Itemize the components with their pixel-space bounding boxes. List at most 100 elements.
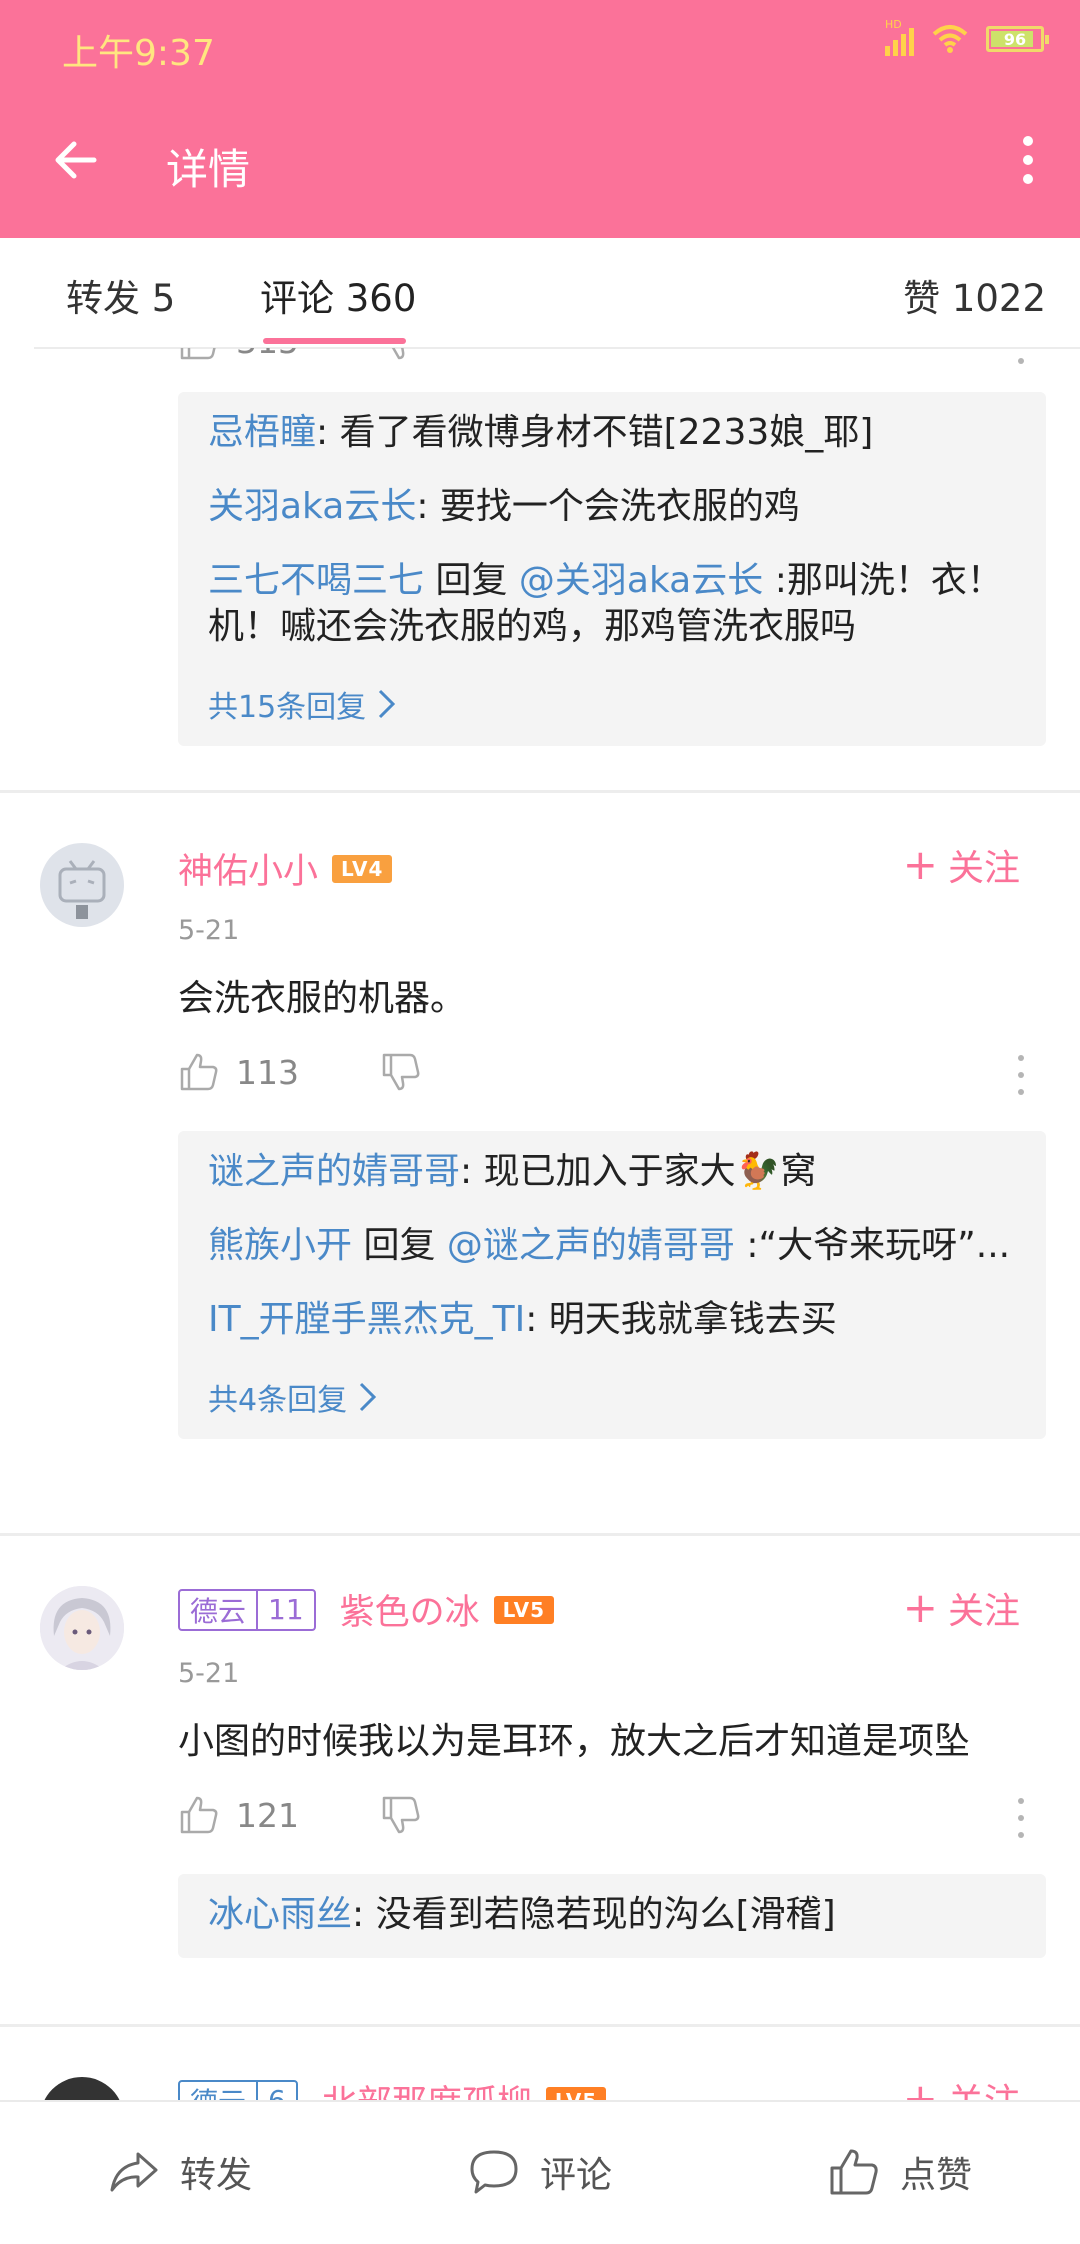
reply-author[interactable]: 忌梧瞳 [208, 412, 316, 453]
reply-item: 熊族小开 回复 @谜之声的婧哥哥 :“大爷来玩呀”... [208, 1223, 1018, 1269]
comment-feed[interactable]: 315 忌梧瞳: 看了看微博身材不错[2233娘_耶] 关羽aka云长: 要找一… [0, 348, 1080, 2100]
reply-preview-box[interactable]: 谜之声的婧哥哥: 现已加入于家大🐓窝 熊族小开 回复 @谜之声的婧哥哥 :“大爷… [178, 1131, 1046, 1439]
comment-header: 德云 11 紫色の冰 LV5 [178, 1584, 555, 1635]
detail-tabs: 转发 5 评论 360 赞 1022 [0, 238, 1080, 349]
page-title: 详情 [166, 145, 251, 194]
reply-item: 忌梧瞳: 看了看微博身材不错[2233娘_耶] [208, 410, 1018, 456]
like-count: 315 [236, 348, 299, 361]
app-root: 上午9:37 HD 96 详情 转发 5 评论 360 赞 1022 忌梧瞳: … [0, 0, 1080, 2244]
signal-icon: HD [885, 18, 914, 56]
reply-preview-box[interactable]: 冰心雨丝: 没看到若隐若现的沟么[滑稽] [178, 1874, 1046, 1958]
follow-button[interactable]: + 关注 [902, 2073, 1020, 2101]
view-all-replies-link[interactable]: 共4条回复 [208, 1375, 379, 1419]
comment-item: 德云 6 北部那席孤柳 LV5 + 关注 [0, 2027, 1080, 2100]
reply-author[interactable]: IT_开膛手黑杰克_TI [208, 1299, 525, 1340]
avatar[interactable] [40, 2077, 124, 2100]
tab-comments[interactable]: 评论 360 [260, 268, 416, 322]
reply-text: : 要找一个会洗衣服的鸡 [416, 486, 800, 527]
follow-label: 关注 [947, 848, 1020, 889]
plus-icon: + [902, 840, 938, 889]
comment-more-icon[interactable] [1014, 1055, 1028, 1095]
reply-author[interactable]: 关羽aka云长 [208, 486, 416, 527]
view-all-replies-label: 共15条回复 [208, 690, 367, 725]
thumbs-down-icon[interactable] [380, 1051, 422, 1093]
comment-bubble-icon [470, 2150, 518, 2194]
tab-repost[interactable]: 转发 5 [66, 268, 175, 322]
fan-medal-badge: 德云 11 [178, 1588, 316, 1631]
reply-item: IT_开膛手黑杰克_TI: 明天我就拿钱去买 [208, 1297, 1018, 1343]
reply-target[interactable]: @关羽aka云长 [519, 560, 763, 601]
comment-date: 5-21 [178, 915, 240, 946]
battery-level: 96 [1003, 29, 1027, 49]
username[interactable]: 北部那席孤柳 [322, 2075, 532, 2100]
repost-button[interactable]: 转发 [108, 2146, 252, 2198]
plus-icon: + [902, 2074, 938, 2101]
thumbs-down-icon[interactable] [380, 348, 422, 362]
like-count: 121 [236, 1796, 299, 1835]
comment-date: 5-21 [178, 1658, 240, 1689]
top-bar: 上午9:37 HD 96 详情 [0, 0, 1080, 238]
follow-button[interactable]: + 关注 [903, 1582, 1020, 1634]
comment-item: 德云 11 紫色の冰 LV5 + 关注 5-21 小图的时候我以为是耳环，放大之… [0, 1536, 1080, 2024]
comment-button[interactable]: 评论 [468, 2146, 612, 2198]
reply-item: 冰心雨丝: 没看到若隐若现的沟么[滑稽] [208, 1892, 1018, 1938]
comment-text: 小图的时候我以为是耳环，放大之后才知道是项坠 [178, 1721, 971, 1762]
comment-header: 神佑小小 LV4 [178, 843, 393, 894]
medal-name: 德云 [180, 2081, 259, 2100]
plus-icon: + [902, 1583, 938, 1632]
username[interactable]: 神佑小小 [178, 843, 318, 894]
wifi-icon [932, 25, 968, 53]
medal-level: 6 [258, 2084, 296, 2100]
reply-text: : 明天我就拿钱去买 [525, 1299, 837, 1340]
default-avatar-icon [58, 860, 106, 919]
reply-text: : 看了看微博身材不错[2233娘_耶] [316, 412, 874, 453]
repost-label: 转发 [180, 2155, 253, 2196]
reply-author[interactable]: 三七不喝三七 [208, 560, 424, 601]
thumbs-up-icon[interactable] [178, 1794, 220, 1836]
reply-item: 关羽aka云长: 要找一个会洗衣服的鸡 [208, 484, 1018, 530]
active-tab-indicator [263, 338, 406, 344]
status-time: 上午9:37 [62, 33, 215, 74]
status-icons: HD 96 [885, 18, 1049, 56]
comment-label: 评论 [540, 2155, 613, 2196]
username[interactable]: 紫色の冰 [340, 1584, 480, 1635]
thumbs-up-icon[interactable] [178, 348, 220, 362]
reply-text: :“大爷来玩呀”... [734, 1225, 1011, 1266]
comment-more-icon[interactable] [1014, 1798, 1028, 1838]
reply-target[interactable]: @谜之声的婧哥哥 [447, 1225, 735, 1266]
back-arrow-icon[interactable] [50, 132, 106, 188]
share-arrow-icon [110, 2152, 158, 2192]
medal-name: 德云 [180, 1590, 259, 1629]
reply-author[interactable]: 谜之声的婧哥哥 [208, 1151, 460, 1192]
follow-label: 关注 [947, 1591, 1020, 1632]
thumbs-down-icon[interactable] [380, 1794, 422, 1836]
thumbs-up-icon [830, 2149, 878, 2195]
comment-actions: 121 [0, 1782, 1080, 1852]
comment-more-icon[interactable] [1014, 348, 1028, 364]
follow-button[interactable]: + 关注 [903, 839, 1020, 891]
fan-medal-badge: 德云 6 [178, 2079, 298, 2100]
follow-label: 关注 [948, 2073, 1020, 2100]
avatar[interactable] [40, 1586, 124, 1670]
comment-text: 会洗衣服的机器。 [178, 978, 467, 1019]
like-count: 113 [236, 1053, 299, 1092]
reply-word: 回复 [352, 1225, 447, 1266]
thumbs-up-icon[interactable] [178, 1051, 220, 1093]
comment-actions: 113 [0, 1039, 1080, 1109]
level-badge: LV5 [545, 2086, 607, 2100]
comment-header: 德云 6 北部那席孤柳 LV5 [178, 2075, 607, 2100]
reply-author[interactable]: 熊族小开 [208, 1225, 352, 1266]
view-all-replies-link[interactable]: 共15条回复 [208, 682, 398, 726]
level-badge: LV5 [493, 1595, 555, 1624]
view-all-replies-label: 共4条回复 [208, 1383, 348, 1418]
tab-likes[interactable]: 赞 1022 [903, 268, 1046, 322]
reply-preview-box[interactable]: 忌梧瞳: 看了看微博身材不错[2233娘_耶] 关羽aka云长: 要找一个会洗衣… [178, 392, 1046, 746]
medal-level: 11 [268, 1593, 304, 1626]
like-button[interactable]: 点赞 [828, 2146, 972, 2198]
reply-text: : 没看到若隐若现的沟么[滑稽] [352, 1894, 836, 1935]
more-options-icon[interactable] [1000, 132, 1056, 188]
avatar[interactable] [40, 843, 124, 927]
level-badge: LV4 [332, 854, 393, 883]
like-label: 点赞 [900, 2155, 973, 2196]
reply-author[interactable]: 冰心雨丝 [208, 1894, 352, 1935]
